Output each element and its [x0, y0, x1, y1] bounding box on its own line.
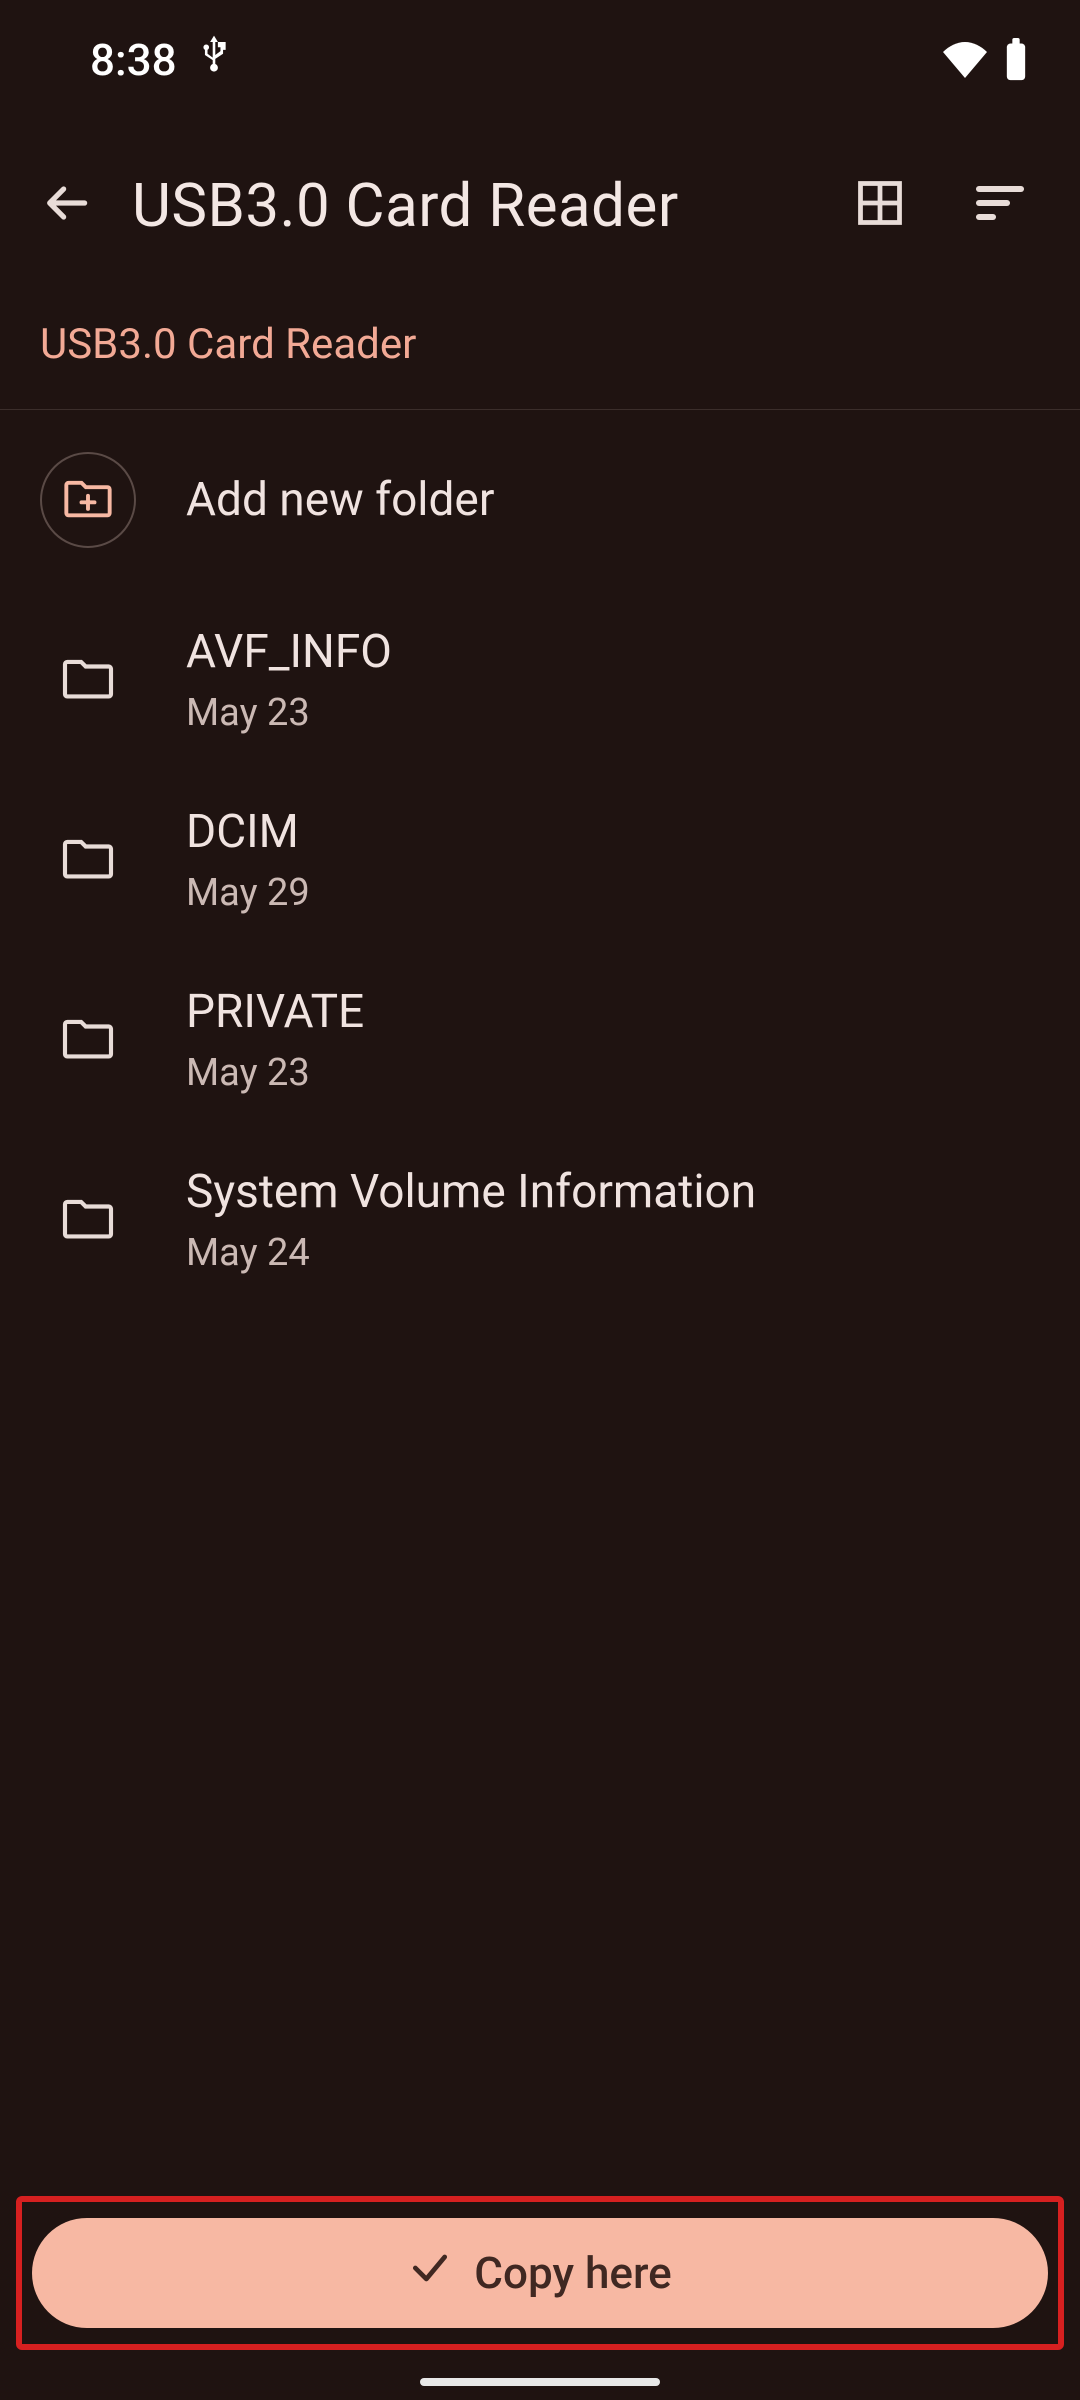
folder-name: PRIVATE	[186, 985, 364, 1039]
folder-name: System Volume Information	[186, 1165, 756, 1219]
folder-row[interactable]: AVF_INFO May 23	[0, 590, 1080, 770]
add-new-folder-label: Add new folder	[186, 473, 494, 527]
add-new-folder-row[interactable]: Add new folder	[0, 410, 1080, 590]
folder-icon	[60, 1015, 116, 1065]
folder-date: May 23	[186, 691, 392, 735]
sort-icon	[972, 175, 1028, 235]
folder-date: May 29	[186, 871, 310, 915]
status-time: 8:38	[90, 34, 177, 86]
folder-icon	[60, 655, 116, 705]
folder-row[interactable]: PRIVATE May 23	[0, 950, 1080, 1130]
highlight-box: Copy here	[16, 2196, 1064, 2350]
copy-here-button[interactable]: Copy here	[32, 2218, 1048, 2328]
status-bar: 8:38	[0, 0, 1080, 120]
nav-handle[interactable]	[420, 2378, 660, 2386]
check-icon	[408, 2246, 452, 2301]
app-bar: USB3.0 Card Reader	[0, 120, 1080, 290]
grid-icon	[854, 177, 906, 233]
copy-here-label: Copy here	[474, 2247, 671, 2299]
folder-name: AVF_INFO	[186, 625, 392, 679]
sort-button[interactable]	[970, 175, 1030, 235]
usb-icon	[197, 33, 231, 88]
view-grid-button[interactable]	[850, 175, 910, 235]
back-button[interactable]	[30, 169, 102, 241]
arrow-left-icon	[38, 175, 94, 235]
folder-date: May 23	[186, 1051, 364, 1095]
folder-icon	[60, 1195, 116, 1245]
folder-date: May 24	[186, 1231, 756, 1275]
folder-add-icon	[62, 476, 114, 524]
bottom-action-area: Copy here	[0, 2196, 1080, 2350]
folder-row[interactable]: DCIM May 29	[0, 770, 1080, 950]
page-title: USB3.0 Card Reader	[132, 170, 820, 241]
battery-icon	[1002, 38, 1030, 82]
folder-name: DCIM	[186, 805, 310, 859]
folder-icon	[60, 835, 116, 885]
wifi-icon	[940, 40, 990, 80]
breadcrumb[interactable]: USB3.0 Card Reader	[0, 290, 1080, 410]
folder-row[interactable]: System Volume Information May 24	[0, 1130, 1080, 1310]
folder-list: Add new folder AVF_INFO May 23 DCIM	[0, 410, 1080, 1310]
